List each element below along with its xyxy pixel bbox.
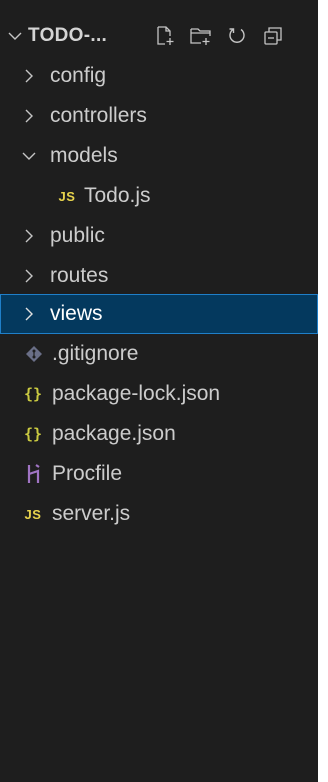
refresh-icon[interactable] [220, 16, 254, 56]
chevron-right-icon [18, 256, 40, 296]
tree-folder-public[interactable]: public [0, 216, 318, 256]
tree-item-label: package.json [52, 422, 176, 445]
new-file-icon[interactable] [148, 16, 182, 56]
tree-folder-routes[interactable]: routes [0, 256, 318, 296]
tree-folder-views[interactable]: views [0, 294, 318, 334]
javascript-file-icon: JS [58, 188, 76, 204]
tree-item-label: Procfile [52, 462, 123, 485]
chevron-down-icon [18, 136, 40, 176]
git-icon [22, 334, 46, 374]
tree-file-procfile[interactable]: Procfile [0, 454, 318, 494]
chevron-right-icon [18, 294, 40, 334]
chevron-right-icon [18, 96, 40, 136]
tree-file-todo-js[interactable]: JS Todo.js [0, 176, 318, 216]
explorer-header[interactable]: TODO-... [0, 16, 318, 56]
tree-file-package-lock-json[interactable]: {} package-lock.json [0, 374, 318, 414]
chevron-right-icon [18, 216, 40, 256]
collapse-all-icon[interactable] [256, 16, 290, 56]
chevron-down-icon[interactable] [2, 16, 28, 56]
explorer-panel: TODO-... config controllers models JS To… [0, 0, 318, 782]
json-file-icon: {} [23, 385, 43, 403]
explorer-title: TODO-... [28, 25, 108, 46]
tree-item-label: views [50, 302, 103, 325]
editor-edge [318, 0, 328, 782]
json-file-icon: {} [23, 425, 43, 443]
tree-folder-config[interactable]: config [0, 56, 318, 96]
tree-item-label: controllers [50, 104, 147, 127]
tree-file-server-js[interactable]: JS server.js [0, 494, 318, 534]
tree-item-label: Todo.js [84, 184, 151, 207]
tree-item-label: server.js [52, 502, 131, 525]
tree-item-label: public [50, 224, 105, 247]
tree-item-label: routes [50, 264, 109, 287]
tree-item-label: config [50, 64, 107, 87]
tree-folder-controllers[interactable]: controllers [0, 96, 318, 136]
chevron-right-icon [18, 56, 40, 96]
explorer-actions [148, 16, 292, 56]
tree-item-label: models [50, 144, 118, 167]
tree-item-label: package-lock.json [52, 382, 221, 405]
javascript-file-icon: JS [24, 506, 42, 522]
tree-folder-models[interactable]: models [0, 136, 318, 176]
tree-item-label: .gitignore [52, 342, 139, 365]
tree-file-package-json[interactable]: {} package.json [0, 414, 318, 454]
tree-file-gitignore[interactable]: .gitignore [0, 334, 318, 374]
new-folder-icon[interactable] [184, 16, 218, 56]
heroku-icon [22, 454, 46, 494]
